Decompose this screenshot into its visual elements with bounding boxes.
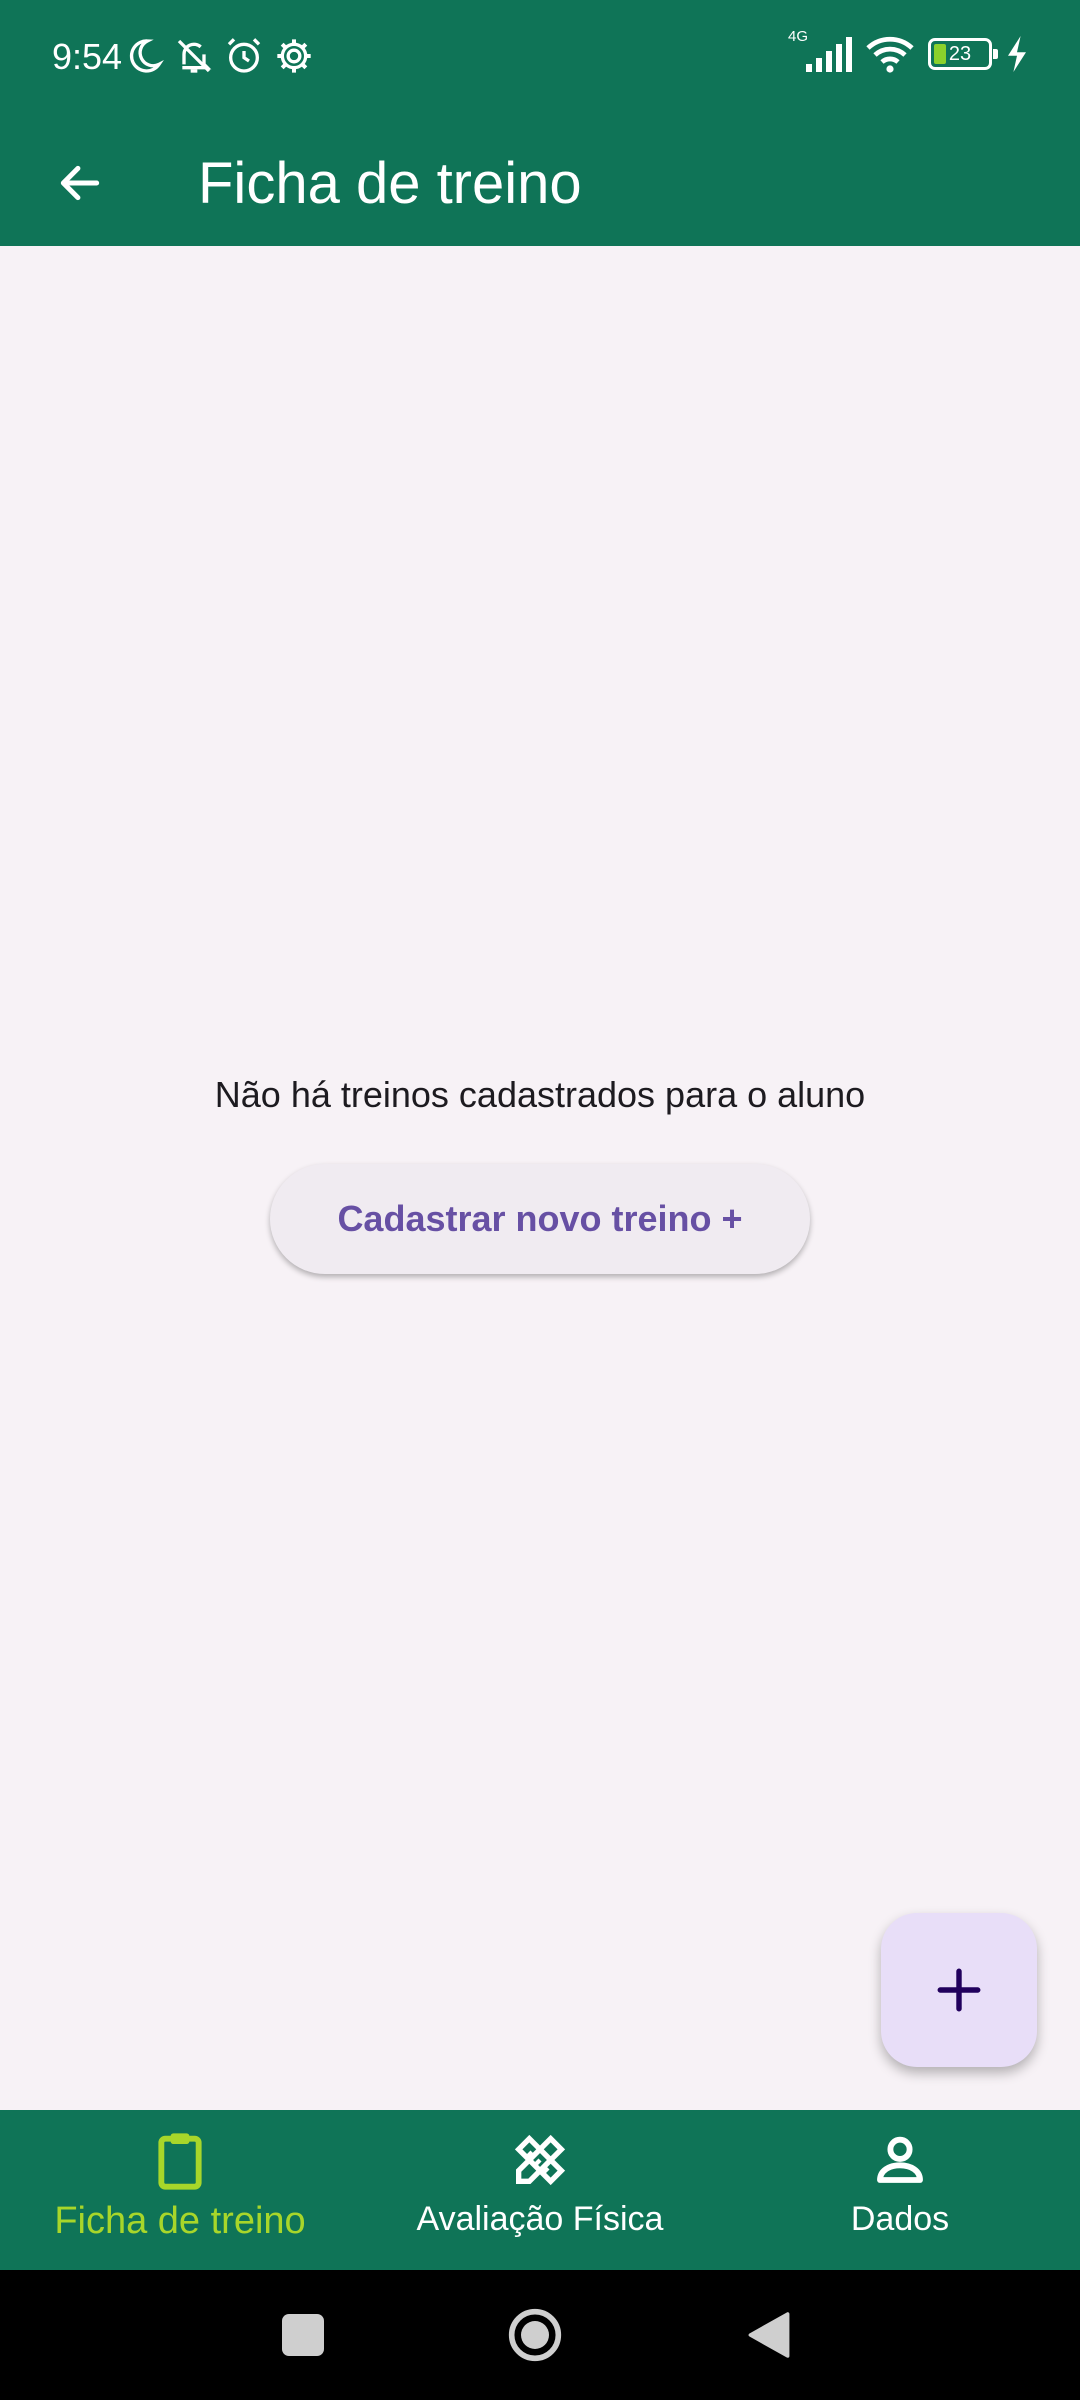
moon-icon bbox=[129, 39, 164, 73]
nav-label: Dados bbox=[850, 2200, 950, 2238]
alarm-icon bbox=[227, 38, 261, 73]
signal-icon: 4G bbox=[788, 28, 852, 74]
page-title: Ficha de treino bbox=[198, 150, 582, 216]
arrow-back-icon bbox=[60, 165, 100, 201]
bottom-navigation: Ficha de treino Avaliação Física Dados bbox=[0, 2110, 1080, 2270]
clipboard-icon bbox=[158, 2133, 202, 2190]
status-icons-right: 4G 23 bbox=[788, 28, 1028, 74]
settings-icon bbox=[277, 39, 311, 73]
network-type: 4G bbox=[788, 28, 809, 45]
nav-label: Avaliação Física bbox=[416, 2200, 664, 2238]
person-icon bbox=[877, 2136, 923, 2183]
status-bar: 9:54 4G 23 bbox=[0, 0, 1080, 120]
status-time: 9:54 bbox=[52, 36, 123, 77]
status-icons-left bbox=[124, 36, 314, 76]
ruler-pencil-icon bbox=[514, 2134, 566, 2186]
wifi-icon bbox=[866, 36, 914, 73]
empty-state-message: Não há treinos cadastrados para o aluno bbox=[214, 1074, 866, 1115]
recents-icon[interactable] bbox=[275, 2307, 331, 2363]
system-navigation-bar bbox=[0, 2270, 1080, 2400]
battery-level: 23 bbox=[948, 42, 972, 65]
app-bar: Ficha de treino bbox=[0, 120, 1080, 246]
bell-off-icon bbox=[177, 39, 212, 73]
fab-add-button[interactable] bbox=[881, 1913, 1037, 2067]
nav-label: Ficha de treino bbox=[54, 2200, 306, 2242]
charging-icon bbox=[1008, 36, 1026, 72]
nav-item-ficha-de-treino[interactable]: Ficha de treino bbox=[0, 2110, 360, 2270]
add-workout-button[interactable]: Cadastrar novo treino + bbox=[270, 1164, 810, 1274]
plus-icon bbox=[937, 1968, 981, 2012]
back-triangle-icon[interactable] bbox=[741, 2307, 797, 2363]
battery-icon: 23 bbox=[928, 38, 998, 70]
nav-item-dados[interactable]: Dados bbox=[720, 2110, 1080, 2270]
home-icon[interactable] bbox=[507, 2307, 563, 2363]
nav-item-avaliacao-fisica[interactable]: Avaliação Física bbox=[360, 2110, 720, 2270]
back-button[interactable] bbox=[40, 143, 120, 223]
main-content: Não há treinos cadastrados para o aluno … bbox=[0, 246, 1080, 2110]
